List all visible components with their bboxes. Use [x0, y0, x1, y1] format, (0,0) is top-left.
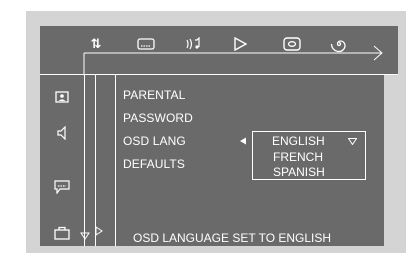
- dropdown-arrow-icon[interactable]: [348, 138, 357, 145]
- menu-item-password[interactable]: PASSWORD: [123, 111, 193, 125]
- speaker-icon[interactable]: [52, 124, 72, 142]
- sidebar-divider: [84, 75, 85, 246]
- sidebar-divider-2: [95, 75, 96, 246]
- briefcase-icon[interactable]: [52, 224, 72, 242]
- divider-line: [40, 74, 398, 75]
- dropdown-option-english[interactable]: ENGLISH: [272, 134, 325, 148]
- content-divider: [115, 75, 116, 246]
- osd-language-dropdown[interactable]: ENGLISH FRENCH SPANISH: [252, 131, 366, 180]
- menu-item-defaults[interactable]: DEFAULTS: [123, 157, 185, 171]
- subtitle-box-icon[interactable]: [52, 178, 72, 196]
- person-icon[interactable]: [52, 88, 72, 106]
- status-message: OSD LANGUAGE SET TO ENGLISH: [133, 231, 332, 245]
- dropdown-option-french[interactable]: FRENCH: [273, 150, 323, 164]
- menu-item-parental[interactable]: PARENTAL: [123, 88, 185, 102]
- menu-item-osd-lang[interactable]: OSD LANG: [123, 134, 186, 148]
- down-arrow-icon: [80, 232, 90, 240]
- right-arrow-icon: [95, 226, 103, 236]
- dropdown-option-spanish[interactable]: SPANISH: [273, 165, 325, 179]
- osd-setup-screen: ⇅ PARENTAL PASSWORD OSD LANG DEFAULTS EN…: [0, 0, 413, 260]
- left-arrow-icon: [240, 137, 246, 145]
